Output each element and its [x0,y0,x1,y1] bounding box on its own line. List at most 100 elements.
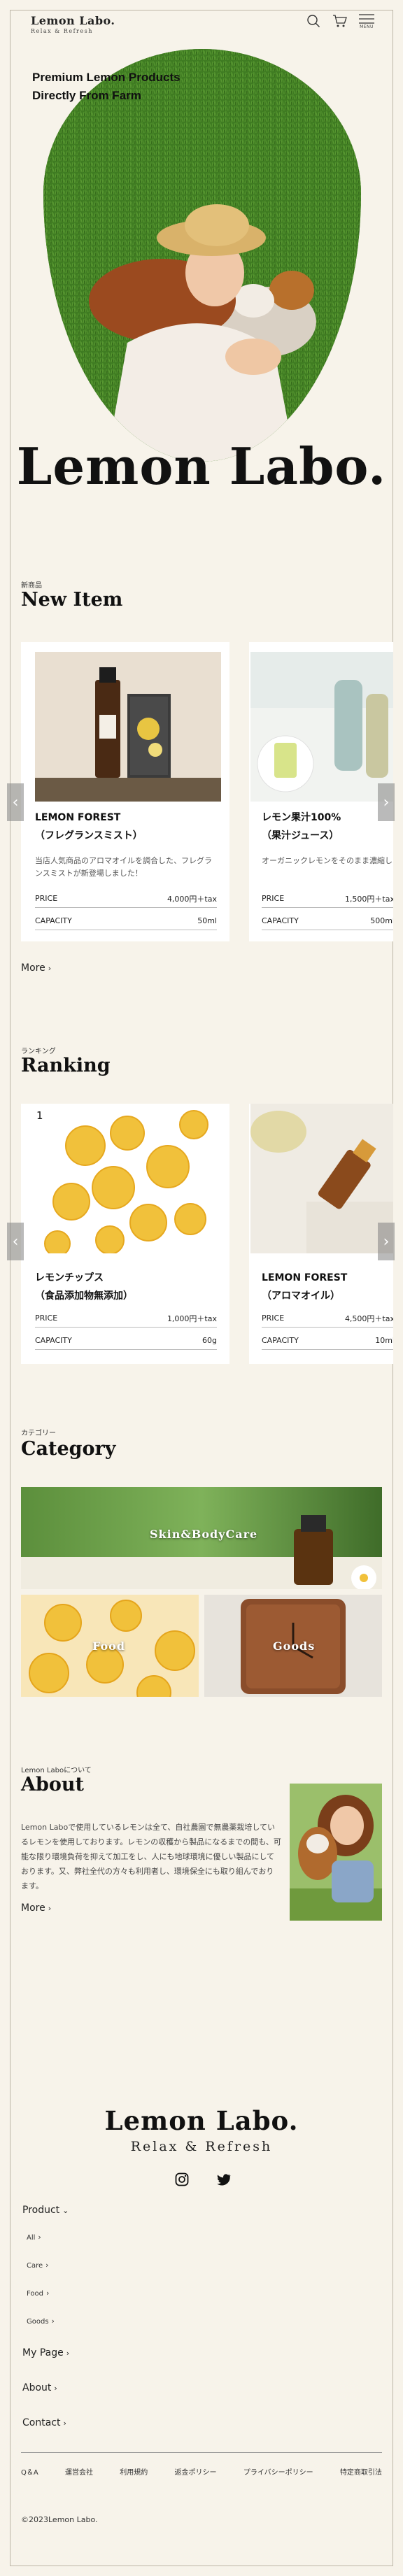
new-item-card-2[interactable]: レモン果汁100% （果汁ジュース） オーガニックレモンをそのまま濃縮した果汁で… [249,642,393,941]
product-name-line2: （アロマオイル） [262,1290,340,1302]
footer-subnav-all[interactable]: All › [27,2233,41,2242]
footer-subnav-care[interactable]: Care › [27,2261,49,2270]
subnav-label: All [27,2234,36,2242]
copyright: ©2023Lemon Labo. [21,2515,98,2524]
footer-nav-contact[interactable]: Contact › [22,2417,66,2428]
cart-icon[interactable] [332,14,348,31]
new-item-more-link[interactable]: More › [21,962,51,974]
capacity-label: CAPACITY [35,1336,72,1345]
price-value: 1,000円＋tax [167,1314,217,1323]
category-title: Category [21,1438,116,1460]
price-label: PRICE [262,894,285,903]
header-icons: MENU [305,14,375,31]
price-label: PRICE [35,1314,58,1323]
hero-title: Lemon Labo. [16,436,387,496]
product-name: レモンチップス （食品添加物無添加） [35,1269,133,1305]
twitter-icon[interactable] [215,2171,232,2188]
product-name-line1: レモン果汁100% [262,812,341,823]
footer-subnav-food[interactable]: Food › [27,2289,49,2298]
new-item-small-label: 新商品 [21,582,42,590]
product-name-line2: （フレグランスミスト） [35,830,143,841]
ranking-prev-arrow[interactable]: ‹ [7,1223,24,1260]
price-row: PRICE 4,500円＋tax [262,1309,393,1328]
about-image [290,1784,382,1921]
product-name: レモン果汁100% （果汁ジュース） [262,809,341,845]
new-item-prev-arrow[interactable]: ‹ [7,783,24,821]
nav-label: Product [22,2205,60,2216]
about-title: About [21,1774,84,1795]
ranking-small-label: ランキング [21,1048,56,1055]
footer-logo-title: Lemon Labo. [104,2105,299,2136]
search-icon[interactable] [305,14,322,31]
ranking-card-1[interactable]: 1 レモンチップス （食品添加物無添加） PRICE 1,000円＋tax CA… [21,1104,229,1364]
product-name: LEMON FOREST （フレグランスミスト） [35,809,143,845]
category-goods[interactable]: Goods [204,1595,382,1697]
chevron-right-icon: › [45,2261,49,2270]
about-small-label: Lemon Laboについて [21,1767,92,1774]
subnav-label: Goods [27,2318,49,2326]
new-item-next-arrow[interactable]: › [378,783,395,821]
footer-links: Q＆A 運営会社 利用規約 返金ポリシー プライバシーポリシー 特定商取引法 [21,2466,382,2477]
chevron-down-icon: ⌄ [62,2206,69,2215]
product-image-lemon-juice [250,652,393,802]
category-label: Food [92,1639,126,1653]
price-row: PRICE 4,000円＋tax [35,890,217,908]
hero-catchcopy: Premium Lemon Products Directly From Far… [32,69,181,105]
footer-nav-mypage[interactable]: My Page › [22,2347,69,2358]
about-more-link[interactable]: More › [21,1902,51,1914]
capacity-row: CAPACITY 10ml [262,1332,393,1350]
product-name-line1: レモンチップス [35,1272,104,1283]
menu-icon[interactable]: MENU [358,14,375,31]
product-description: オーガニックレモンをそのまま濃縮した果汁です。飲み物やお食事等幅広くお使いいただ… [262,856,393,865]
footer-link-company[interactable]: 運営会社 [65,2466,93,2477]
hero-catch-line2: Directly From Farm [32,89,141,102]
nav-label: My Page [22,2347,64,2358]
price-value: 4,500円＋tax [344,1314,393,1323]
product-name: LEMON FOREST （アロマオイル） [262,1269,347,1305]
footer-logo[interactable]: Lemon Labo. Relax & Refresh [0,2105,403,2154]
product-image-fragrance-mist [35,652,221,802]
site-header: Lemon Labo. Relax & Refresh MENU [0,0,403,49]
subnav-label: Food [27,2290,43,2298]
capacity-row: CAPACITY 50ml [35,912,217,930]
category-skin-body-care[interactable]: Skin&BodyCare [21,1487,382,1589]
footer-divider [21,2452,382,2453]
rank-number: 1 [36,1109,43,1122]
product-name-line2: （食品添加物無添加） [35,1290,133,1302]
footer-link-terms[interactable]: 利用規約 [120,2466,148,2477]
hero-catch-line1: Premium Lemon Products [32,71,181,84]
product-description: 当店人気商品のアロマオイルを調合した、フレグランスミストが新登場しました！ [35,856,212,878]
footer-subnav-goods[interactable]: Goods › [27,2317,55,2326]
header-logo[interactable]: Lemon Labo. Relax & Refresh [31,14,115,34]
ranking-card-2[interactable]: 2 LEMON FOREST （アロマオイル） PRICE 4,500円＋tax… [249,1104,393,1364]
chevron-right-icon: › [66,2349,70,2358]
product-name-line1: LEMON FOREST [35,812,121,823]
ranking-title: Ranking [21,1055,111,1076]
capacity-value: 50ml [197,916,217,925]
footer-nav-about[interactable]: About › [22,2382,57,2393]
chevron-right-icon: › [54,2384,57,2393]
footer-link-commerce-law[interactable]: 特定商取引法 [340,2466,382,2477]
capacity-label: CAPACITY [262,1336,299,1345]
capacity-label: CAPACITY [262,916,299,925]
chevron-right-icon: › [48,1904,52,1913]
header-logo-subtitle: Relax & Refresh [31,28,93,34]
footer-link-qa[interactable]: Q＆A [21,2466,38,2477]
new-item-card-1[interactable]: LEMON FOREST （フレグランスミスト） 当店人気商品のアロマオイルを調… [21,642,229,941]
footer-link-privacy[interactable]: プライバシーポリシー [243,2466,313,2477]
chevron-right-icon: › [63,2419,66,2428]
footer-nav-product[interactable]: Product ⌄ [22,2205,69,2216]
footer-link-refund[interactable]: 返金ポリシー [175,2466,217,2477]
nav-label: About [22,2382,52,2393]
chevron-right-icon: › [48,964,52,973]
instagram-icon[interactable] [174,2171,190,2188]
ranking-next-arrow[interactable]: › [378,1223,395,1260]
capacity-value: 10ml [375,1336,393,1345]
category-food[interactable]: Food [21,1595,199,1697]
capacity-row: CAPACITY 60g [35,1332,217,1350]
price-label: PRICE [262,1314,285,1323]
product-image-lemon-chips [43,1104,215,1253]
hero-image [43,49,361,462]
header-logo-title: Lemon Labo. [31,14,115,27]
more-label: More [21,962,45,974]
